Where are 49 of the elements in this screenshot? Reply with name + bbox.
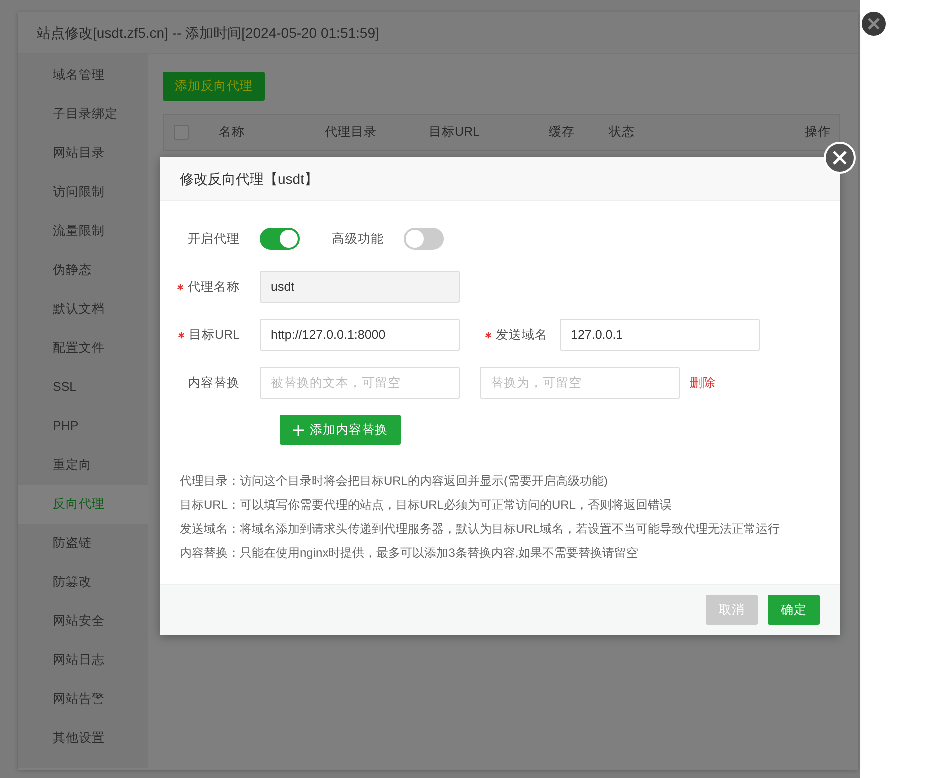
modal-title: 修改反向代理【usdt】 xyxy=(160,157,840,201)
sidebar-item[interactable]: 访问限制 xyxy=(18,173,148,212)
help-text: 目标URL：可以填写你需要代理的站点，目标URL必须为可正常访问的URL，否则将返回错误 xyxy=(180,497,674,514)
add-proxy-button[interactable]: 添加反向代理 xyxy=(163,72,265,101)
add-replace-button[interactable]: 添加内容替换 xyxy=(280,415,401,445)
field-label: 代理名称 xyxy=(188,278,240,296)
column-header: 代理目录 xyxy=(325,124,378,142)
sidebar-item[interactable]: 其他设置 xyxy=(18,719,148,758)
plus-icon xyxy=(293,424,304,436)
sidebar-item[interactable]: PHP xyxy=(18,407,148,446)
field-label: 内容替换 xyxy=(188,374,240,392)
sidebar-item[interactable]: 重定向 xyxy=(18,446,148,485)
sidebar-item[interactable]: 防盗链 xyxy=(18,524,148,563)
input-field[interactable]: http://127.0.0.1:8000 xyxy=(260,319,460,351)
toggle-label: 开启代理 xyxy=(187,230,241,248)
column-header: 缓存 xyxy=(549,124,576,142)
column-header: 名称 xyxy=(218,124,246,142)
field-label: 发送域名 xyxy=(496,326,548,344)
sidebar-item[interactable]: 域名管理 xyxy=(18,56,148,95)
sidebar-item[interactable]: 网站目录 xyxy=(18,134,148,173)
dialog-title: 站点修改[usdt.zf5.cn] -- 添加时间[2024-05-20 01:51:59] xyxy=(18,12,858,54)
help-text: 代理目录：访问这个目录时将会把目标URL的内容返回并显示(需要开启高级功能) xyxy=(180,473,609,490)
sidebar-item[interactable]: 网站告警 xyxy=(18,680,148,719)
column-header: 状态 xyxy=(609,124,636,142)
sidebar-item[interactable]: 网站日志 xyxy=(18,641,148,680)
sidebar-item[interactable]: 网站安全 xyxy=(18,602,148,641)
input-field[interactable]: 127.0.0.1 xyxy=(560,319,760,351)
sidebar-item[interactable]: 默认文档 xyxy=(18,290,148,329)
help-text: 内容替换：只能在使用nginx时提供，最多可以添加3条替换内容,如果不需要替换请留空 xyxy=(180,545,640,562)
sidebar-item[interactable]: 子目录绑定 xyxy=(18,95,148,134)
input-field[interactable]: 被替换的文本，可留空 xyxy=(260,367,460,399)
sidebar-item[interactable]: SSL xyxy=(18,368,148,407)
toggle-switch[interactable] xyxy=(404,228,444,250)
column-header: 目标URL xyxy=(429,124,482,142)
sidebar-item[interactable]: 流量限制 xyxy=(18,212,148,251)
sidebar-item[interactable]: 防篡改 xyxy=(18,563,148,602)
column-header: 操作 xyxy=(805,124,831,142)
toggle-switch[interactable] xyxy=(260,228,300,250)
toggle-label: 高级功能 xyxy=(332,230,385,248)
sidebar-item[interactable]: 伪静态 xyxy=(18,251,148,290)
input-field[interactable]: 替换为，可留空 xyxy=(480,367,680,399)
sidebar-item[interactable]: 反向代理 xyxy=(18,485,148,524)
close-icon[interactable] xyxy=(862,12,886,36)
help-text: 发送域名：将域名添加到请求头传递到代理服务器，默认为目标URL域名，若设置不当可能导致代理无法正常运行 xyxy=(180,521,782,538)
delete-link[interactable]: 删除 xyxy=(690,374,716,392)
confirm-button[interactable]: 确定 xyxy=(768,595,820,625)
sidebar-item[interactable]: 配置文件 xyxy=(18,329,148,368)
field-label: 目标URL xyxy=(188,326,240,344)
close-icon[interactable] xyxy=(824,142,856,174)
